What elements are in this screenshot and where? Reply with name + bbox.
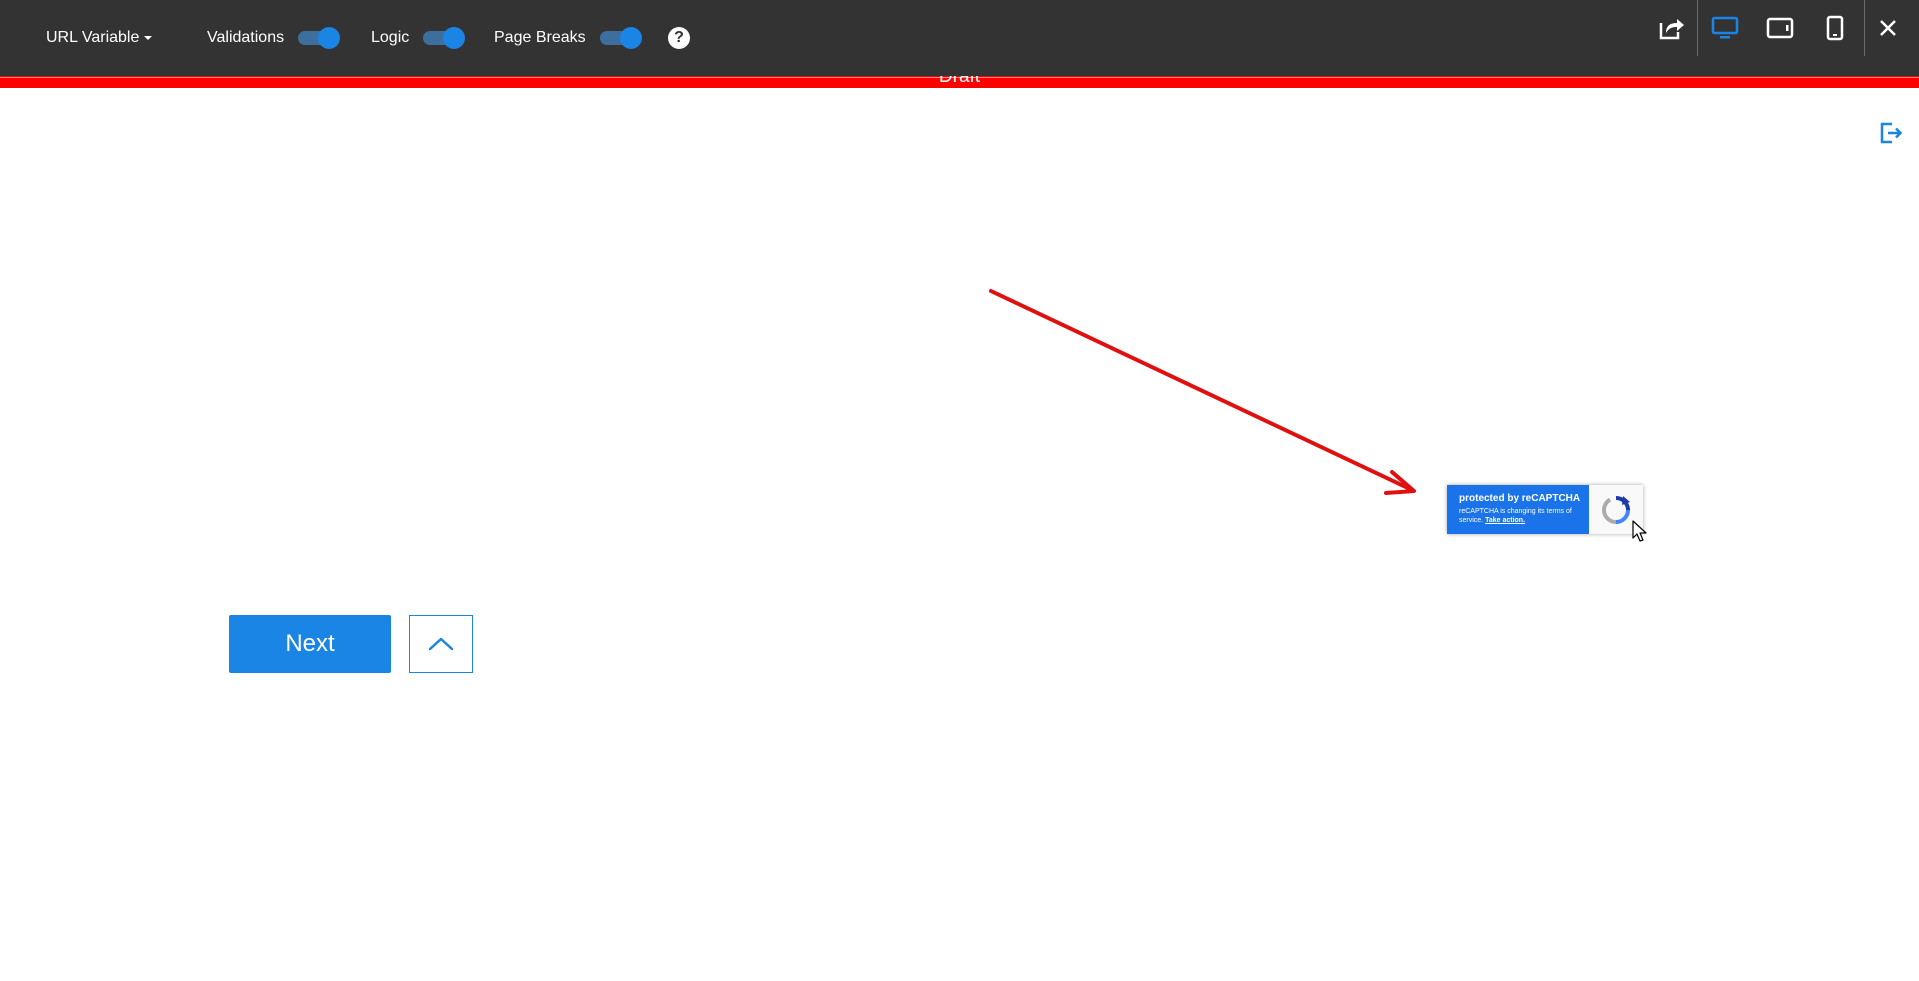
recaptcha-title: protected by reCAPTCHA <box>1459 493 1581 504</box>
recaptcha-notice: reCAPTCHA is changing its terms of servi… <box>1459 507 1589 525</box>
recaptcha-text-panel: protected by reCAPTCHA reCAPTCHA is chan… <box>1447 485 1589 534</box>
mouse-cursor-icon <box>1632 520 1647 542</box>
recaptcha-notice-line1: reCAPTCHA is changing its terms of <box>1459 508 1572 515</box>
recaptcha-take-action-link[interactable]: Take action. <box>1485 517 1525 524</box>
recaptcha-badge[interactable]: protected by reCAPTCHA reCAPTCHA is chan… <box>1447 485 1643 534</box>
chevron-up-icon <box>428 637 454 651</box>
previous-page-button[interactable] <box>409 615 473 673</box>
next-button[interactable]: Next <box>229 615 391 673</box>
recaptcha-notice-line2: service. <box>1459 517 1484 524</box>
